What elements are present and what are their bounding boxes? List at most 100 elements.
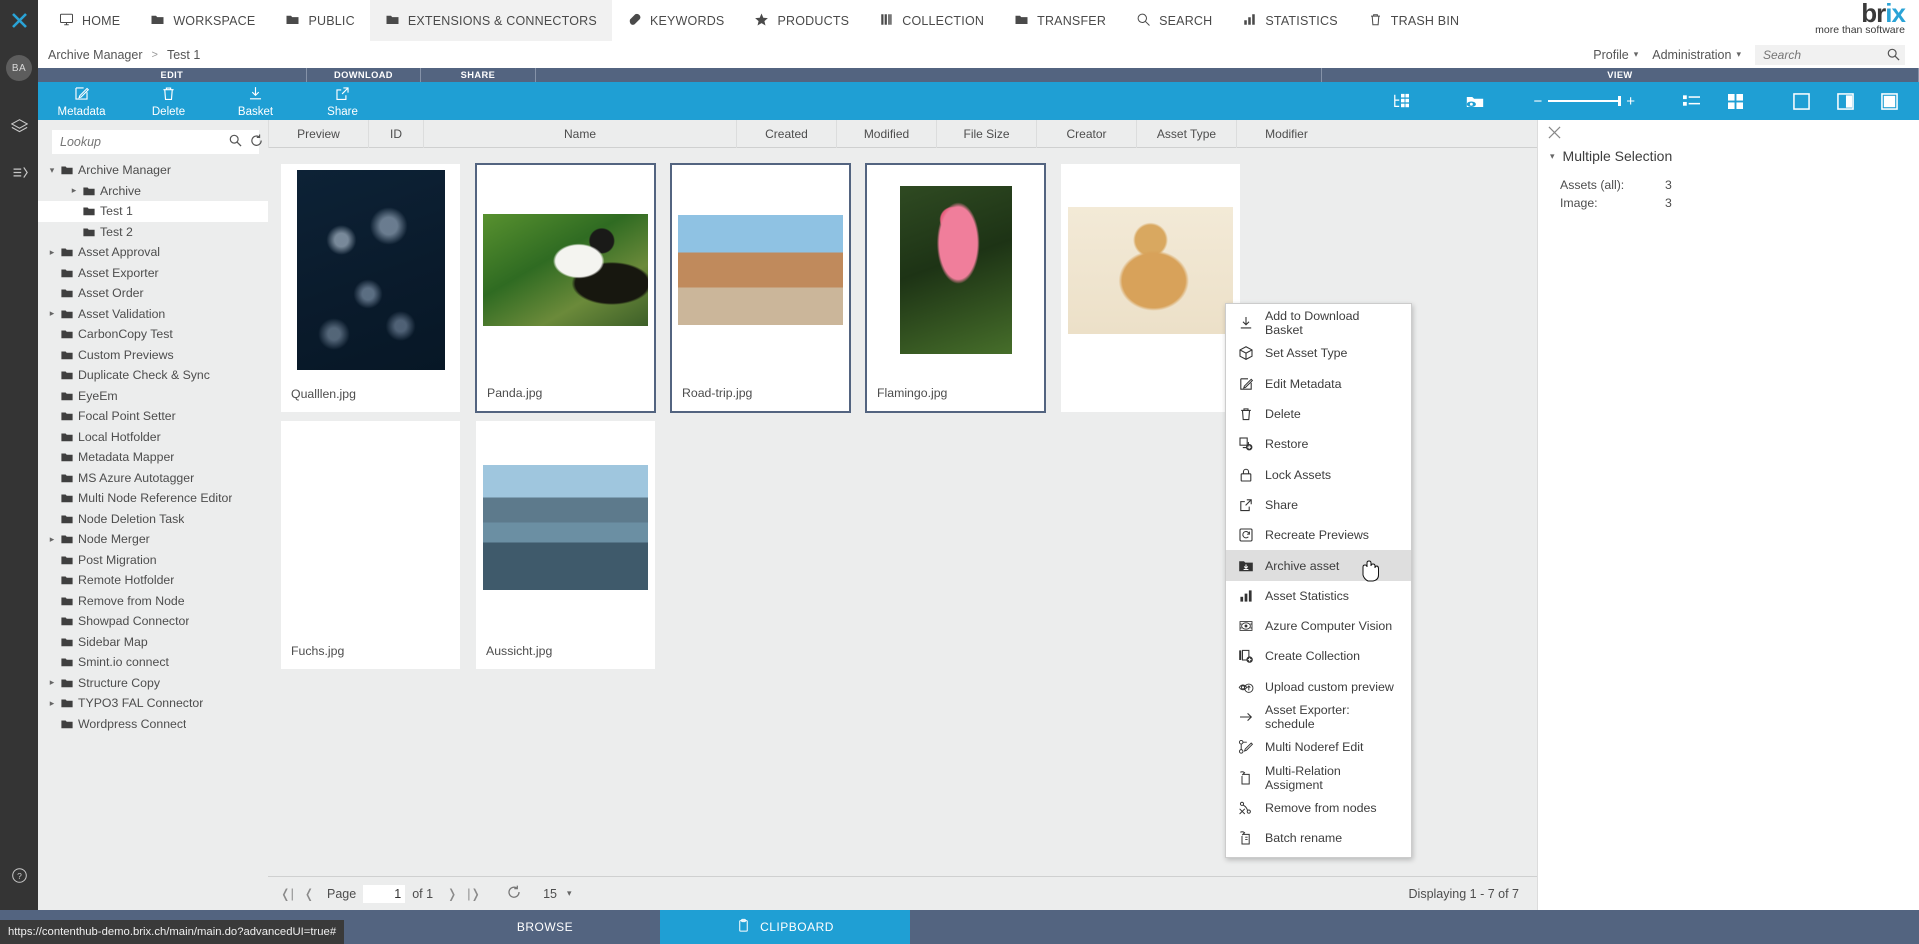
- close-icon[interactable]: [1548, 126, 1561, 142]
- chevron-right-icon[interactable]: ▸: [66, 185, 82, 196]
- tree-item-archive[interactable]: ▸ Archive: [38, 181, 268, 202]
- column-header-created[interactable]: Created: [736, 119, 836, 148]
- menu-item-set-asset-type[interactable]: Set Asset Type: [1226, 338, 1411, 368]
- tree-item-remove-from-node[interactable]: Remove from Node: [38, 591, 268, 612]
- zoom-slider[interactable]: − +: [1525, 93, 1643, 110]
- tree-item-local-hotfolder[interactable]: Local Hotfolder: [38, 427, 268, 448]
- nav-item-home[interactable]: HOME: [44, 0, 135, 41]
- menu-item-edit-metadata[interactable]: Edit Metadata: [1226, 369, 1411, 399]
- tree-item-focal-point-setter[interactable]: Focal Point Setter: [38, 406, 268, 427]
- zoom-plus-label[interactable]: +: [1626, 93, 1635, 110]
- tree-item-structure-copy[interactable]: ▸ Structure Copy: [38, 673, 268, 694]
- menu-item-lock-assets[interactable]: Lock Assets: [1226, 459, 1411, 489]
- menu-item-remove-from-nodes[interactable]: Remove from nodes: [1226, 793, 1411, 823]
- tree-item-asset-validation[interactable]: ▸ Asset Validation: [38, 304, 268, 325]
- layers-icon[interactable]: [0, 103, 38, 149]
- zoom-track[interactable]: [1548, 96, 1622, 106]
- panel-split-icon[interactable]: [1823, 82, 1867, 120]
- chevron-down-icon[interactable]: ▾: [1550, 151, 1555, 162]
- menu-item-upload-custom-preview[interactable]: Upload custom preview: [1226, 672, 1411, 702]
- first-page-icon[interactable]: ❬|: [276, 886, 298, 901]
- menu-item-asset-statistics[interactable]: Asset Statistics: [1226, 581, 1411, 611]
- asset-card[interactable]: Qualllen.jpg: [280, 163, 461, 413]
- chevron-right-icon[interactable]: ▸: [44, 247, 60, 258]
- zoom-minus-label[interactable]: −: [1533, 93, 1542, 110]
- share-button[interactable]: Share: [299, 82, 386, 120]
- avatar[interactable]: BA: [6, 55, 32, 81]
- nav-item-workspace[interactable]: WORKSPACE: [135, 0, 270, 41]
- chevron-right-icon[interactable]: ▸: [44, 677, 60, 688]
- panel-none-icon[interactable]: [1779, 82, 1823, 120]
- list-view-icon[interactable]: [1669, 82, 1713, 120]
- tree-item-wordpress-connect[interactable]: Wordpress Connect: [38, 714, 268, 735]
- grid-view-icon[interactable]: [1713, 82, 1757, 120]
- column-header-file-size[interactable]: File Size: [936, 119, 1036, 148]
- menu-item-asset-exporter-schedule[interactable]: Asset Exporter: schedule: [1226, 702, 1411, 732]
- app-logo-icon[interactable]: [0, 0, 38, 41]
- column-header-creator[interactable]: Creator: [1036, 119, 1136, 148]
- menu-item-share[interactable]: Share: [1226, 490, 1411, 520]
- tree-grid-toggle-icon[interactable]: [1379, 82, 1423, 120]
- tree-item-ms-azure-autotagger[interactable]: MS Azure Autotagger: [38, 468, 268, 489]
- lookup-input[interactable]: [58, 134, 225, 150]
- last-page-icon[interactable]: |❭: [463, 886, 485, 901]
- tree-item-remote-hotfolder[interactable]: Remote Hotfolder: [38, 570, 268, 591]
- chevron-right-icon[interactable]: ▸: [44, 308, 60, 319]
- search-icon[interactable]: [1887, 48, 1900, 64]
- menu-item-multi-noderef-edit[interactable]: Multi Noderef Edit: [1226, 732, 1411, 762]
- zoom-knob[interactable]: [1618, 96, 1622, 106]
- panel-full-icon[interactable]: [1867, 82, 1911, 120]
- asset-card[interactable]: Flamingo.jpg: [865, 163, 1046, 413]
- column-header-name[interactable]: Name: [423, 119, 736, 148]
- nav-item-transfer[interactable]: TRANSFER: [999, 0, 1121, 41]
- nav-item-public[interactable]: PUBLIC: [270, 0, 369, 41]
- column-header-id[interactable]: ID: [368, 119, 423, 148]
- chevron-right-icon[interactable]: ▸: [44, 698, 60, 709]
- administration-menu[interactable]: Administration ▾: [1652, 48, 1741, 62]
- column-header-preview[interactable]: Preview: [268, 119, 368, 148]
- global-search[interactable]: [1755, 44, 1905, 65]
- asset-card[interactable]: [1060, 163, 1241, 413]
- nav-item-products[interactable]: PRODUCTS: [739, 0, 864, 41]
- basket-button[interactable]: Basket: [212, 82, 299, 120]
- tree-item-sidebar-map[interactable]: Sidebar Map: [38, 632, 268, 653]
- nav-item-keywords[interactable]: KEYWORDS: [612, 0, 740, 41]
- menu-item-restore[interactable]: Restore: [1226, 429, 1411, 459]
- menu-item-add-to-download-basket[interactable]: Add to Download Basket: [1226, 308, 1411, 338]
- tree-item-node-deletion-task[interactable]: Node Deletion Task: [38, 509, 268, 530]
- tree-item-asset-order[interactable]: Asset Order: [38, 283, 268, 304]
- menu-item-create-collection[interactable]: Create Collection: [1226, 641, 1411, 671]
- page-input[interactable]: [363, 884, 406, 903]
- tree-item-duplicate-check-sync[interactable]: Duplicate Check & Sync: [38, 365, 268, 386]
- refresh-icon[interactable]: [250, 134, 263, 150]
- metadata-button[interactable]: Metadata: [38, 82, 125, 120]
- menu-item-batch-rename[interactable]: Batch rename: [1226, 823, 1411, 853]
- tree-item-eyeem[interactable]: EyeEm: [38, 386, 268, 407]
- nav-item-search[interactable]: SEARCH: [1121, 0, 1227, 41]
- menu-item-archive-asset[interactable]: Archive asset: [1226, 550, 1411, 581]
- refresh-icon[interactable]: [503, 885, 525, 902]
- menu-item-recreate-previews[interactable]: Recreate Previews: [1226, 520, 1411, 550]
- delete-button[interactable]: Delete: [125, 82, 212, 120]
- search-icon[interactable]: [229, 134, 242, 150]
- tree-item-custom-previews[interactable]: Custom Previews: [38, 345, 268, 366]
- breadcrumb-item-1[interactable]: Test 1: [167, 48, 200, 62]
- page-size-select[interactable]: 15 ▾: [543, 887, 571, 901]
- bookmark-icon[interactable]: [0, 149, 38, 195]
- tree-item-test-2[interactable]: Test 2: [38, 222, 268, 243]
- tree-item-node-merger[interactable]: ▸ Node Merger: [38, 529, 268, 550]
- tree-item-archive-manager[interactable]: ▾ Archive Manager: [38, 160, 268, 181]
- menu-item-azure-computer-vision[interactable]: Azure Computer Vision: [1226, 611, 1411, 641]
- asset-card[interactable]: Fuchs.jpg: [280, 420, 461, 670]
- column-header-asset-type[interactable]: Asset Type: [1136, 119, 1236, 148]
- nav-item-extensions-connectors[interactable]: EXTENSIONS & CONNECTORS: [369, 0, 612, 41]
- asset-card[interactable]: Panda.jpg: [475, 163, 656, 413]
- chevron-right-icon[interactable]: ▸: [44, 534, 60, 545]
- nav-item-collection[interactable]: COLLECTION: [864, 0, 999, 41]
- asset-card[interactable]: Aussicht.jpg: [475, 420, 656, 670]
- tree-item-asset-exporter[interactable]: Asset Exporter: [38, 263, 268, 284]
- tree-item-asset-approval[interactable]: ▸ Asset Approval: [38, 242, 268, 263]
- breadcrumb-item-0[interactable]: Archive Manager: [48, 48, 143, 62]
- tree-item-test-1[interactable]: Test 1: [38, 201, 268, 222]
- lookup-field[interactable]: [52, 130, 262, 154]
